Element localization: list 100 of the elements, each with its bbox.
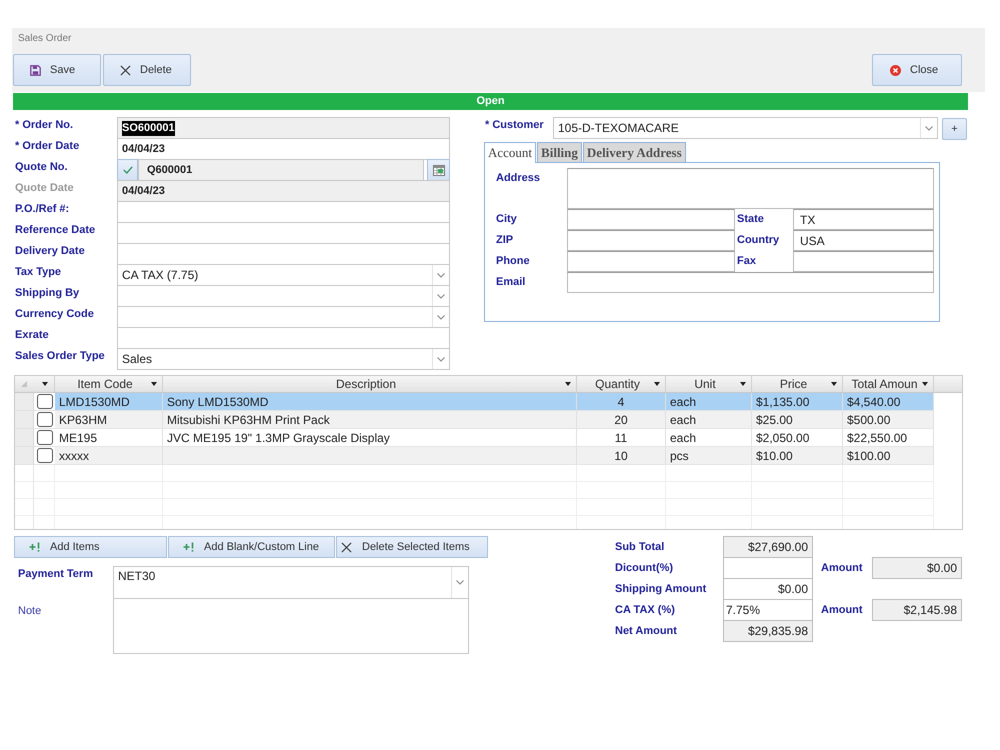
payment-term-dropdown[interactable]: NET30 xyxy=(113,566,469,599)
save-button[interactable]: Save xyxy=(13,54,101,86)
check-icon xyxy=(122,166,132,174)
dropdown-arrow-icon xyxy=(151,382,157,386)
address-field[interactable] xyxy=(567,168,934,209)
dropdown-arrow-icon xyxy=(831,382,837,386)
corner-triangle-icon xyxy=(21,381,27,387)
dropdown-arrow-icon xyxy=(42,382,48,386)
table-cell: xxxxx xyxy=(55,447,163,465)
tab[interactable]: Delivery Address xyxy=(582,142,686,162)
amount-field[interactable]: $2,145.98 xyxy=(872,599,962,621)
table-row[interactable]: KP63HM Mitsubishi KP63HM Print Pack 20 each $25.00 $500.00 xyxy=(55,411,934,429)
text-field[interactable] xyxy=(117,243,450,265)
add-customer-button[interactable]: + xyxy=(942,118,967,140)
field-label: Shipping By xyxy=(14,286,80,301)
field-label: Currency Code xyxy=(14,307,95,322)
column-header[interactable]: Price xyxy=(752,376,843,392)
plus-icon xyxy=(183,542,194,552)
tab[interactable]: Account xyxy=(484,142,536,163)
text-field[interactable] xyxy=(793,251,934,272)
empty-cell xyxy=(15,465,34,482)
amount-field[interactable]: $27,690.00 xyxy=(723,536,813,558)
field-label: State xyxy=(736,212,765,227)
dropdown-field[interactable] xyxy=(117,285,450,307)
close-icon xyxy=(890,64,901,76)
column-header[interactable]: Total Amoun xyxy=(843,376,934,392)
field-label: Payment Term xyxy=(17,567,94,582)
table-row[interactable]: LMD1530MD Sony LMD1530MD 4 each $1,135.00 $4,540.00 xyxy=(55,393,934,411)
field-label: * Order Date xyxy=(14,139,80,154)
field-label: * Order No. xyxy=(14,118,74,133)
delete-button[interactable]: Delete Selected Items xyxy=(336,536,488,558)
x-icon xyxy=(341,542,352,552)
chevron-down-icon xyxy=(437,356,445,362)
text-field[interactable] xyxy=(567,230,735,251)
table-cell: pcs xyxy=(666,447,752,465)
row-checkbox[interactable] xyxy=(36,430,52,445)
note-field[interactable] xyxy=(113,598,469,654)
text-field[interactable] xyxy=(567,251,735,272)
dropdown-arrow-icon xyxy=(565,382,571,386)
field-label: * Customer xyxy=(484,118,545,133)
dropdown-arrow-icon xyxy=(922,382,928,386)
empty-cell xyxy=(34,465,55,482)
row-checkbox[interactable] xyxy=(36,448,52,463)
close-button[interactable]: Close xyxy=(872,54,962,86)
plus-icon xyxy=(29,542,40,552)
email-field[interactable] xyxy=(567,272,934,293)
column-header[interactable]: Item Code xyxy=(55,376,163,392)
amount-field[interactable]: 7.75% xyxy=(723,599,813,621)
field-label: ZIP xyxy=(496,233,514,248)
field-label: Fax xyxy=(736,254,757,269)
text-field[interactable] xyxy=(567,209,735,230)
dropdown-field[interactable]: Sales xyxy=(117,348,450,370)
text-field[interactable]: SO600001 xyxy=(117,117,450,139)
table-cell: $100.00 xyxy=(843,447,934,465)
text-field[interactable]: 04/04/23 xyxy=(117,138,450,160)
text-field[interactable] xyxy=(117,222,450,244)
field-label: Phone xyxy=(496,254,531,269)
text-field[interactable]: USA xyxy=(793,230,934,251)
lookup-button[interactable] xyxy=(427,159,450,181)
add-button[interactable]: Add Blank/Custom Line xyxy=(168,536,335,558)
field-label: Email xyxy=(496,275,526,290)
field-label: Dicount(%) xyxy=(615,562,674,574)
amount-field[interactable]: $29,835.98 xyxy=(723,620,813,642)
field-label: Net Amount xyxy=(615,625,678,637)
empty-cell xyxy=(15,499,34,516)
field-label: Address xyxy=(496,171,542,186)
row-checkbox[interactable] xyxy=(36,394,52,409)
field-label: Quote Date xyxy=(14,181,75,196)
field-label: Tax Type xyxy=(14,265,62,280)
customer-dropdown[interactable]: 105-D-TEXOMACARE xyxy=(553,117,938,139)
amount-field[interactable]: $0.00 xyxy=(723,578,813,600)
amount-field[interactable]: $0.00 xyxy=(872,557,962,579)
empty-cell xyxy=(34,499,55,516)
text-field[interactable]: Q600001 xyxy=(138,159,424,181)
field-label: P.O./Ref #: xyxy=(14,202,70,217)
delete-button[interactable]: Delete xyxy=(103,54,191,86)
table-row[interactable]: ME195 JVC ME195 19" 1.3MP Grayscale Display 11 each $2,050.00 $22,550.00 xyxy=(55,429,934,447)
add-button[interactable]: Add Items xyxy=(14,536,167,558)
text-field[interactable]: TX xyxy=(793,209,934,230)
tab[interactable]: Billing xyxy=(537,142,582,162)
amount-field[interactable] xyxy=(723,557,813,579)
dropdown-field[interactable]: CA TAX (7.75) xyxy=(117,264,450,286)
row-checkbox[interactable] xyxy=(36,412,52,427)
dropdown-field[interactable] xyxy=(117,306,450,328)
table-row[interactable]: xxxxx 10 pcs $10.00 $100.00 xyxy=(55,447,934,465)
table-icon xyxy=(432,164,444,176)
window-title: Sales Order xyxy=(17,32,72,46)
dropdown-arrow-icon xyxy=(654,382,660,386)
column-header[interactable]: Description xyxy=(163,376,577,392)
field-label: Country xyxy=(736,233,780,248)
status-bar: Open xyxy=(13,93,968,110)
text-field[interactable] xyxy=(117,201,450,223)
table-cell: 10 xyxy=(577,447,666,465)
column-header[interactable]: Quantity xyxy=(577,376,666,392)
x-icon xyxy=(120,64,131,76)
verify-button[interactable] xyxy=(117,159,138,181)
chevron-down-icon xyxy=(437,272,445,278)
table-cell: $10.00 xyxy=(752,447,843,465)
text-field[interactable] xyxy=(117,327,450,349)
column-header[interactable]: Unit xyxy=(666,376,752,392)
